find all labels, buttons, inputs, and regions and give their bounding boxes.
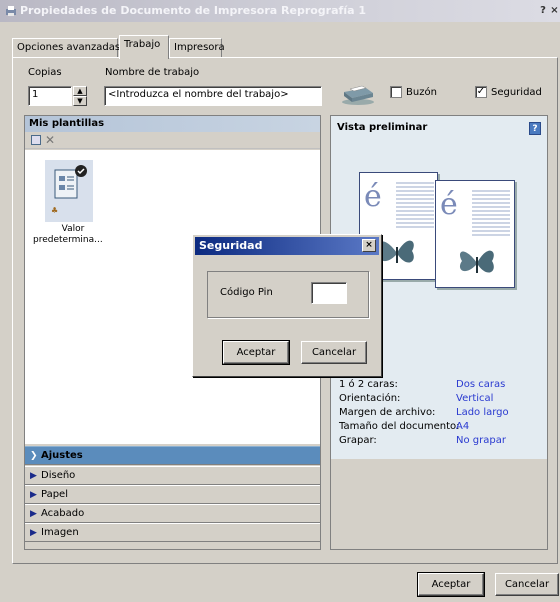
pin-label: Código Pin bbox=[220, 287, 273, 298]
help-title-button[interactable]: ? bbox=[536, 4, 550, 18]
accordion-ajustes-label: Ajustes bbox=[41, 450, 83, 461]
mailbox-checkbox[interactable] bbox=[390, 86, 402, 98]
accordion-papel[interactable]: ▶ Papel bbox=[25, 485, 320, 504]
tab-impresora[interactable]: Impresora bbox=[169, 38, 225, 58]
prop-duplex-key: 1 ó 2 caras: bbox=[339, 379, 398, 390]
delete-template-icon[interactable]: ✕ bbox=[45, 133, 55, 147]
printer-icon bbox=[342, 85, 374, 105]
triangle-right-icon: ▶ bbox=[30, 528, 37, 538]
accordion-ajustes[interactable]: ❯ Ajustes bbox=[25, 446, 320, 465]
job-name-input[interactable]: <Introduzca el nombre del trabajo> bbox=[104, 86, 322, 106]
accordion-acabado-label: Acabado bbox=[41, 508, 85, 519]
document-properties-window: Propiedades de Documento de Impresora Re… bbox=[0, 0, 560, 602]
pin-input[interactable] bbox=[311, 282, 347, 304]
chevron-right-icon: ❯ bbox=[30, 451, 38, 461]
printer-app-icon bbox=[6, 6, 16, 16]
triangle-right-icon: ▶ bbox=[30, 490, 37, 500]
prop-staple-key: Grapar: bbox=[339, 435, 377, 446]
template-document-icon bbox=[54, 165, 87, 199]
save-template-icon[interactable] bbox=[31, 135, 41, 145]
tab-trabajo[interactable]: Trabajo bbox=[119, 35, 169, 59]
job-name-label: Nombre de trabajo bbox=[105, 67, 200, 78]
triangle-right-icon: ▶ bbox=[30, 509, 37, 519]
copies-input[interactable]: 1 bbox=[28, 86, 72, 106]
ok-button[interactable]: Aceptar bbox=[417, 572, 485, 597]
close-icon[interactable]: × bbox=[362, 239, 376, 252]
triangle-right-icon: ▶ bbox=[30, 471, 37, 481]
dialog-ok-button[interactable]: Aceptar bbox=[222, 340, 290, 365]
accordion-papel-label: Papel bbox=[41, 489, 68, 500]
prop-size-value: A4 bbox=[456, 421, 470, 432]
dialog-cancel-button[interactable]: Cancelar bbox=[301, 341, 367, 364]
security-label: Seguridad bbox=[491, 87, 542, 98]
accordion-diseno[interactable]: ▶ Diseño bbox=[25, 466, 320, 485]
prop-binding-key: Margen de archivo: bbox=[339, 407, 436, 418]
template-item-label-line1: Valor bbox=[61, 224, 85, 234]
preview-page-glyph: é bbox=[364, 179, 382, 214]
template-item-default[interactable]: ♣ bbox=[45, 160, 93, 222]
tab-opciones-avanzadas[interactable]: Opciones avanzadas bbox=[12, 38, 120, 58]
prop-orientation-value: Vertical bbox=[456, 393, 494, 404]
title-bar: Propiedades de Documento de Impresora Re… bbox=[0, 0, 560, 22]
spin-up-icon[interactable]: ▲ bbox=[73, 86, 87, 96]
prop-size-key: Tamaño del documento: bbox=[339, 421, 460, 432]
accordion-acabado[interactable]: ▶ Acabado bbox=[25, 504, 320, 523]
prop-orientation-key: Orientación: bbox=[339, 393, 401, 404]
security-dialog-title: Seguridad × bbox=[195, 237, 379, 255]
accordion-imagen[interactable]: ▶ Imagen bbox=[25, 523, 320, 542]
security-checkbox[interactable]: ✓ bbox=[475, 86, 487, 98]
accordion-diseno-label: Diseño bbox=[41, 470, 76, 481]
pin-group: Código Pin bbox=[207, 271, 369, 318]
template-owner-icon: ♣ bbox=[51, 206, 59, 215]
text-lines-icon bbox=[396, 182, 434, 228]
preview-page-back: é bbox=[435, 180, 515, 288]
window-title: Propiedades de Documento de Impresora Re… bbox=[20, 4, 366, 17]
security-dialog: Seguridad × Código Pin Aceptar Cancelar bbox=[192, 234, 382, 377]
preview-help-button[interactable]: ? bbox=[529, 122, 541, 135]
cancel-button[interactable]: Cancelar bbox=[495, 573, 559, 596]
templates-toolbar: ✕ bbox=[25, 133, 320, 149]
templates-header: Mis plantillas bbox=[25, 116, 320, 132]
template-item-label-line2: predetermina... bbox=[33, 235, 103, 245]
copies-label: Copias bbox=[28, 67, 62, 78]
prop-staple-value: No grapar bbox=[456, 435, 506, 446]
spin-down-icon[interactable]: ▼ bbox=[73, 96, 87, 106]
accordion-imagen-label: Imagen bbox=[41, 527, 79, 538]
preview-header: Vista preliminar bbox=[337, 122, 428, 133]
text-lines-icon bbox=[472, 190, 510, 236]
preview-page-glyph: é bbox=[440, 187, 458, 222]
prop-duplex-value: Dos caras bbox=[456, 379, 506, 390]
copies-spinner[interactable]: ▲ ▼ bbox=[73, 86, 87, 106]
prop-binding-value: Lado largo bbox=[456, 407, 509, 418]
mailbox-label: Buzón bbox=[406, 87, 437, 98]
security-dialog-title-text: Seguridad bbox=[199, 239, 263, 252]
butterfly-icon bbox=[459, 250, 494, 273]
close-title-button[interactable]: × bbox=[549, 4, 560, 18]
